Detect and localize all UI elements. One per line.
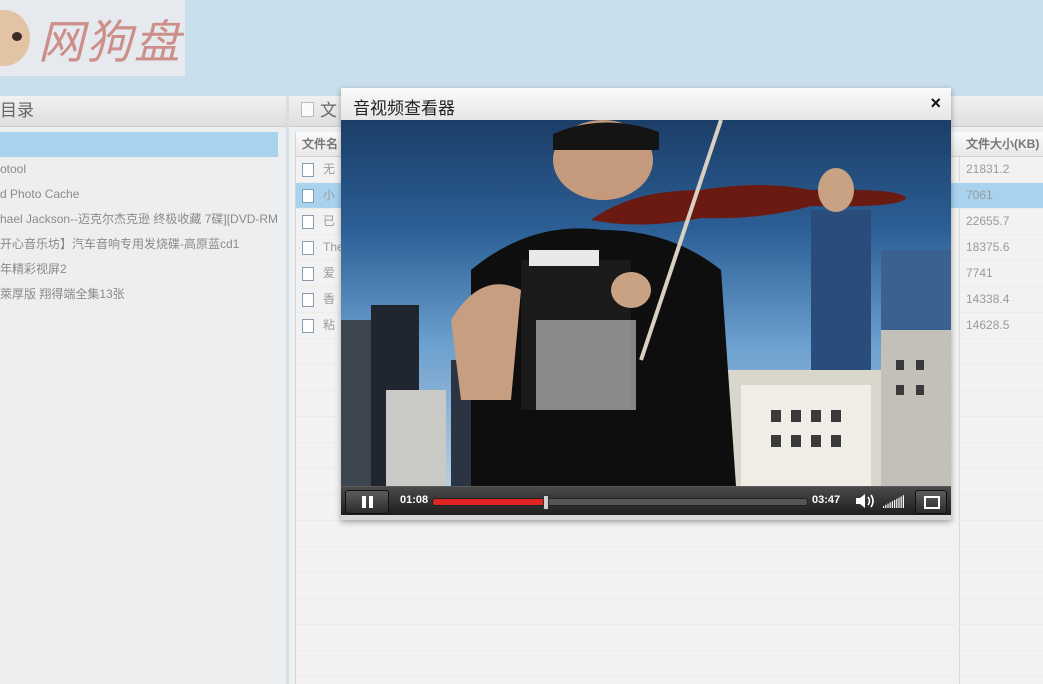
dialog-footer xyxy=(341,515,951,520)
volume-slider[interactable] xyxy=(883,494,905,508)
file-panel-title-text: 文 xyxy=(320,101,337,120)
tree-item[interactable]: 开心音乐坊】汽车音响专用发烧碟-高原蓝cd1 xyxy=(0,232,278,257)
fullscreen-button[interactable] xyxy=(915,490,947,514)
empty-row xyxy=(296,547,1043,573)
directory-panel: 目录 otool d Photo Cache hael Jackson--迈克尔… xyxy=(0,96,287,684)
video-still xyxy=(341,120,951,486)
close-button[interactable]: × xyxy=(930,93,941,114)
site-logo[interactable]: 网狗盘 xyxy=(0,0,185,76)
file-name: 小 xyxy=(323,188,336,202)
column-header-size[interactable]: 文件大小(KB) xyxy=(966,132,1039,156)
tree-item[interactable]: otool xyxy=(0,157,278,182)
file-name: 香 xyxy=(323,292,336,306)
file-name: 粘 xyxy=(323,318,336,332)
file-icon xyxy=(302,267,314,281)
empty-row xyxy=(296,651,1043,677)
file-size: 22655.7 xyxy=(966,214,1010,228)
file-size: 14628.5 xyxy=(966,318,1010,332)
dog-logo-icon xyxy=(0,10,30,66)
volume-button[interactable] xyxy=(852,490,878,512)
volume-level-icon xyxy=(883,495,904,508)
file-icon xyxy=(302,319,314,333)
pause-button[interactable] xyxy=(345,490,389,514)
file-icon xyxy=(302,215,314,229)
file-size: 18375.6 xyxy=(966,240,1010,254)
directory-tree: otool d Photo Cache hael Jackson--迈克尔杰克逊… xyxy=(0,132,286,307)
directory-panel-title: 目录 xyxy=(0,96,286,127)
file-icon xyxy=(302,293,314,307)
file-name: 爱 xyxy=(323,266,336,280)
empty-row xyxy=(296,599,1043,625)
tree-item[interactable]: hael Jackson--迈克尔杰克逊 终极收藏 7碟][DVD-RM xyxy=(0,207,278,232)
file-name: 无 xyxy=(323,162,336,176)
tree-item[interactable]: 萊厚版 翔得端全集13张 xyxy=(0,282,278,307)
empty-row xyxy=(296,573,1043,599)
tree-item[interactable]: 年精彩视屏2 xyxy=(0,257,278,282)
tree-item[interactable]: d Photo Cache xyxy=(0,182,278,207)
file-size: 7741 xyxy=(966,266,993,280)
video-frame[interactable] xyxy=(341,120,951,486)
page-header: 网狗盘 xyxy=(0,0,1043,96)
tree-item[interactable] xyxy=(0,132,278,157)
total-time: 03:47 xyxy=(812,494,841,506)
media-viewer-dialog: 音视频查看器 × 01:08 03:47 xyxy=(341,88,951,520)
empty-row xyxy=(296,625,1043,651)
dialog-title: 音视频查看器 xyxy=(353,99,455,119)
file-size: 21831.2 xyxy=(966,162,1010,176)
file-size: 14338.4 xyxy=(966,292,1010,306)
file-list-icon xyxy=(301,102,314,117)
file-icon xyxy=(302,189,314,203)
seek-bar[interactable] xyxy=(432,495,808,510)
file-size: 7061 xyxy=(966,188,993,202)
column-header-name[interactable]: 文件名 xyxy=(302,132,338,156)
empty-row xyxy=(296,521,1043,547)
dialog-titlebar[interactable]: 音视频查看器 × xyxy=(341,88,951,121)
current-time: 01:08 xyxy=(400,494,429,506)
file-name: 已 xyxy=(323,214,336,228)
file-icon xyxy=(302,163,314,177)
seek-bar-progress xyxy=(433,499,546,505)
logo-text: 网狗盘 xyxy=(38,15,182,69)
player-controls: 01:08 03:47 xyxy=(341,486,951,515)
file-icon xyxy=(302,241,314,255)
speaker-icon xyxy=(856,494,874,508)
seek-handle[interactable] xyxy=(543,495,550,510)
